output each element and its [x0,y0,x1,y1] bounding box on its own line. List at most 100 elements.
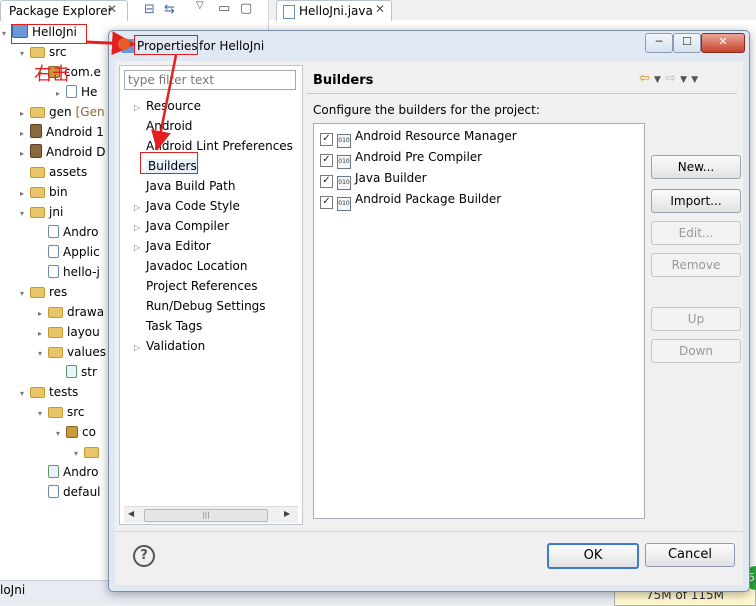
tree-item[interactable]: ▾ [74,442,103,462]
tree-item[interactable]: assets [20,162,87,182]
scroll-right-icon[interactable]: ▶ [284,509,290,518]
nav-item-resource[interactable]: ▷ Resource [134,96,201,116]
new-button[interactable]: New... [651,155,741,179]
expand-icon[interactable]: ▷ [134,338,146,358]
expanded-icon[interactable]: ▾ [20,204,30,224]
tree-item[interactable]: ▸ layou [38,322,100,342]
tree-item-label: src [67,405,85,419]
down-button[interactable]: Down [651,339,741,363]
tree-item[interactable]: ▸ bin [20,182,68,202]
expand-icon[interactable]: ▷ [134,98,146,118]
back-menu-icon[interactable]: ▼ [654,75,661,85]
maximize-button[interactable]: ☐ [673,33,701,53]
tree-item[interactable]: ▾ co [56,422,96,442]
builder-item[interactable]: ✓ 010 Android Package Builder [320,189,501,211]
expanded-icon[interactable]: ▾ [74,444,84,464]
nav-item-java-editor[interactable]: ▷ Java Editor [134,236,211,256]
collapsed-icon[interactable]: ▸ [56,84,66,104]
nav-item-task-tags[interactable]: Task Tags [134,316,202,336]
tree-item[interactable]: defaul [38,482,101,502]
collapsed-icon[interactable]: ▸ [38,304,48,324]
nav-item-android[interactable]: Android [134,116,192,136]
tree-item[interactable]: ▾ jni [20,202,63,222]
tree-item[interactable]: Andro [38,222,98,242]
nav-item-javadoc-location[interactable]: Javadoc Location [134,256,247,276]
dialog-titlebar[interactable]: Properties for HelloJni ─ ☐ ✕ [109,31,749,61]
package-explorer-tab[interactable]: Package Explorer ✕ [0,0,128,21]
view-menu-icon[interactable]: ▼ [691,75,698,85]
builder-item[interactable]: ✓ 010 Android Resource Manager [320,126,517,148]
up-button[interactable]: Up [651,307,741,331]
close-icon[interactable]: ✕ [107,2,117,16]
expanded-icon[interactable]: ▾ [38,404,48,424]
back-arrow-icon[interactable]: ⇦ [639,71,650,86]
tree-item[interactable]: ▾ res [20,282,67,302]
ok-button[interactable]: OK [547,543,639,569]
builder-label: Android Pre Compiler [355,150,483,164]
import-button[interactable]: Import... [651,189,741,213]
horizontal-scrollbar[interactable]: ◀ ||| ▶ [124,506,298,523]
link-editor-icon[interactable]: ⇆ [164,2,175,17]
collapsed-icon[interactable]: ▸ [20,124,30,144]
view-menu-icon[interactable]: ▽ [196,0,204,11]
nav-item-project-references[interactable]: Project References [134,276,258,296]
expand-icon[interactable]: ▷ [134,218,146,238]
builder-item[interactable]: ✓ 010 Android Pre Compiler [320,147,483,169]
builder-checkbox[interactable]: ✓ [320,196,333,209]
tree-item[interactable]: Andro [38,462,98,482]
tree-item[interactable]: Applic [38,242,100,262]
tree-item[interactable]: ▸ Android D [20,142,105,162]
expanded-icon[interactable]: ▾ [38,344,48,364]
tree-item-label: values [67,345,107,359]
scroll-left-icon[interactable]: ◀ [128,509,134,518]
minimize-view-icon[interactable]: ▭ [218,1,230,16]
page-header: Builders ⇦ ▼ ⇨ ▼ ▼ [305,65,737,93]
scrollbar-thumb[interactable]: ||| [144,509,268,522]
remove-button[interactable]: Remove [651,253,741,277]
tree-item[interactable]: ▸ gen [Gen [20,102,105,122]
expanded-icon[interactable]: ▾ [20,44,30,64]
collapsed-icon[interactable]: ▸ [20,144,30,164]
nav-item-java-compiler[interactable]: ▷ Java Compiler [134,216,229,236]
forward-menu-icon[interactable]: ▼ [680,75,687,85]
tree-item[interactable]: str [56,362,97,382]
minimize-button[interactable]: ─ [645,33,673,53]
close-icon[interactable]: ✕ [375,2,385,16]
expanded-icon[interactable]: ▾ [20,284,30,304]
tree-item[interactable]: ▸ Android 1 [20,122,104,142]
forward-arrow-icon[interactable]: ⇨ [665,71,676,86]
builder-item[interactable]: ✓ 010 Java Builder [320,168,427,190]
edit-button[interactable]: Edit... [651,221,741,245]
builder-checkbox[interactable]: ✓ [320,154,333,167]
nav-item-label: Javadoc Location [146,259,248,273]
maximize-view-icon[interactable]: ▢ [240,1,252,16]
filter-input[interactable] [124,70,296,90]
tree-item[interactable]: ▾ tests [20,382,78,402]
cancel-button[interactable]: Cancel [645,543,735,567]
tree-item[interactable]: ▾ src [38,402,85,422]
collapsed-icon[interactable]: ▸ [20,184,30,204]
expanded-icon[interactable]: ▾ [20,384,30,404]
nav-item-java-build-path[interactable]: Java Build Path [134,176,235,196]
help-icon[interactable]: ? [133,545,155,567]
editor-tab-hellojni-java[interactable]: HelloJni.java ✕ [276,0,392,21]
tree-item[interactable]: ▾ src [20,42,67,62]
tree-item[interactable]: ▸ drawa [38,302,104,322]
expanded-icon[interactable]: ▾ [56,424,66,444]
close-button[interactable]: ✕ [701,33,745,53]
collapsed-icon[interactable]: ▸ [20,104,30,124]
collapsed-icon[interactable]: ▸ [38,324,48,344]
collapse-all-icon[interactable]: ⊟ [144,2,155,17]
folder-icon [30,47,45,58]
nav-item-validation[interactable]: ▷ Validation [134,336,205,356]
expand-icon[interactable]: ▷ [134,198,146,218]
nav-item-label: Project References [146,279,258,293]
file-icon [48,225,59,238]
nav-item-run-debug-settings[interactable]: Run/Debug Settings [134,296,266,316]
builder-checkbox[interactable]: ✓ [320,133,333,146]
expand-icon[interactable]: ▷ [134,238,146,258]
tree-item[interactable]: ▾ values [38,342,106,362]
builder-checkbox[interactable]: ✓ [320,175,333,188]
nav-item-java-code-style[interactable]: ▷ Java Code Style [134,196,240,216]
tree-item[interactable]: hello-j [38,262,100,282]
